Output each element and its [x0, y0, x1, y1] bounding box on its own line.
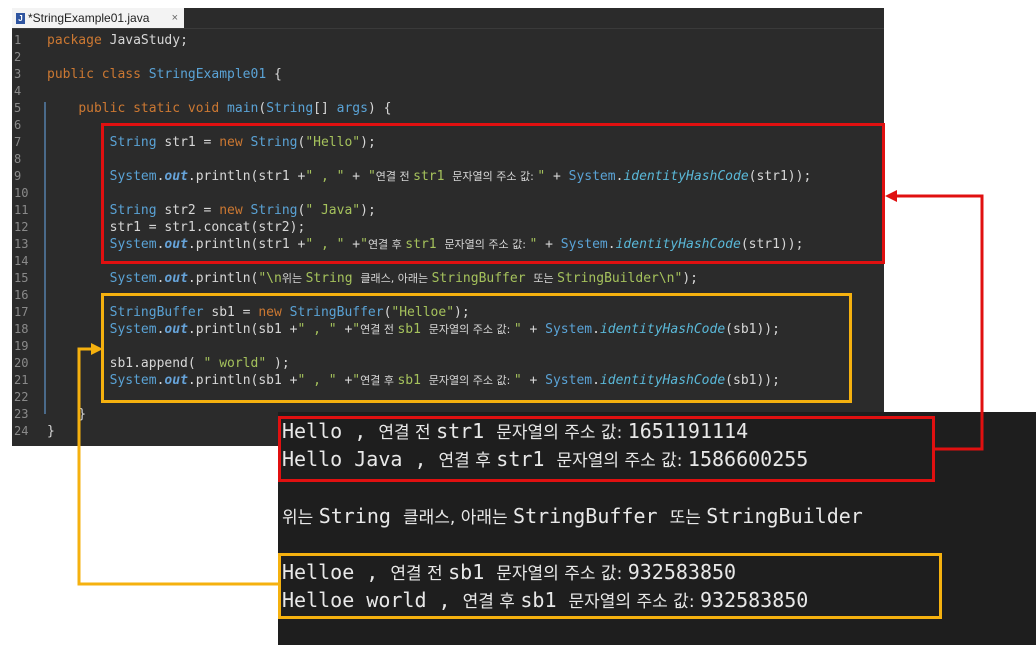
line-number: 1 [14, 33, 22, 47]
close-tab-icon[interactable]: × [172, 8, 178, 28]
console-token: StringBuffer [513, 504, 670, 528]
line-number: 21 [14, 373, 29, 387]
line-number: 11 [14, 203, 29, 217]
code-line[interactable]: 4 [12, 83, 884, 100]
code-token: out [164, 271, 188, 286]
code-token: StringBuilder\n" [557, 271, 683, 286]
orange-highlight-code [101, 293, 852, 403]
code-token: } [47, 424, 55, 439]
console-token: 위는 [282, 508, 319, 528]
code-text: public static void main(String[] args) { [47, 100, 391, 117]
line-number: 20 [14, 356, 29, 370]
code-token: .println( [187, 271, 259, 286]
code-text: package JavaStudy; [47, 32, 188, 49]
console-token: String [318, 504, 403, 528]
line-number: 6 [14, 118, 22, 132]
line-number: 7 [14, 135, 22, 149]
code-line[interactable]: 1 package JavaStudy; [12, 32, 884, 49]
editor-tab-bar: J *StringExample01.java × [12, 8, 884, 29]
code-line[interactable]: 3 public class StringExample01 { [12, 66, 884, 83]
code-token: main [227, 101, 259, 116]
code-token: args [336, 101, 368, 116]
code-token: 위는 [281, 272, 306, 285]
console-token: StringBuilder [706, 504, 863, 528]
code-text: System.out.println("\n위는 String 클래스, 아래는… [47, 270, 698, 287]
code-token: [] [313, 101, 337, 116]
code-token: String [266, 101, 314, 116]
console-line: 위는 String 클래스, 아래는 StringBuffer 또는 Strin… [282, 503, 863, 531]
line-number: 3 [14, 67, 22, 81]
code-line[interactable]: 5 public static void main(String[] args)… [12, 100, 884, 117]
code-token: String [305, 271, 361, 286]
line-number: 13 [14, 237, 29, 251]
tab-title: *StringExample01.java [28, 11, 150, 25]
line-number: 8 [14, 152, 22, 166]
red-highlight-code [101, 123, 885, 264]
code-token: public [78, 101, 126, 116]
code-token: System [109, 271, 157, 286]
code-text: } [47, 406, 86, 423]
java-file-icon: J [16, 13, 25, 25]
line-number: 12 [14, 220, 29, 234]
code-line[interactable]: 2 [12, 49, 884, 66]
code-token: StringBuffer [431, 271, 534, 286]
line-number: 24 [14, 424, 29, 438]
orange-highlight-console [278, 553, 942, 619]
line-number: 10 [14, 186, 29, 200]
red-highlight-console [278, 416, 935, 482]
red-arrowhead [885, 190, 897, 202]
tab-string-example01[interactable]: J *StringExample01.java × [12, 8, 184, 28]
console-token: 또는 [669, 508, 707, 528]
line-number: 4 [14, 84, 22, 98]
code-token: 클래스, 아래는 [360, 272, 432, 285]
code-token: class [101, 67, 141, 82]
code-token: static [133, 101, 181, 116]
console-token: 클래스, 아래는 [402, 508, 514, 528]
code-token: "\n [258, 271, 282, 286]
line-number: 17 [14, 305, 29, 319]
line-number: 16 [14, 288, 29, 302]
line-number: 19 [14, 339, 29, 353]
line-number: 2 [14, 50, 22, 64]
line-number: 15 [14, 271, 29, 285]
code-token: 또는 [533, 272, 558, 285]
line-number: 5 [14, 101, 22, 115]
code-line[interactable]: 15 System.out.println("\n위는 String 클래스, … [12, 270, 884, 287]
code-token: ) { [367, 101, 392, 116]
line-number: 14 [14, 254, 29, 268]
code-token: void [187, 101, 220, 116]
line-number: 18 [14, 322, 29, 336]
code-token: public [47, 67, 94, 82]
code-token: ( [258, 101, 267, 116]
code-token: package [47, 33, 102, 48]
code-text: } [47, 423, 55, 440]
code-token: StringExample01 [148, 67, 267, 82]
code-token: JavaStudy; [109, 33, 188, 48]
line-number: 9 [14, 169, 22, 183]
line-number: 22 [14, 390, 29, 404]
line-number: 23 [14, 407, 29, 421]
code-token: ); [682, 271, 698, 286]
code-token: { [266, 67, 282, 82]
code-text: public class StringExample01 { [47, 66, 282, 83]
code-token: } [47, 407, 87, 422]
